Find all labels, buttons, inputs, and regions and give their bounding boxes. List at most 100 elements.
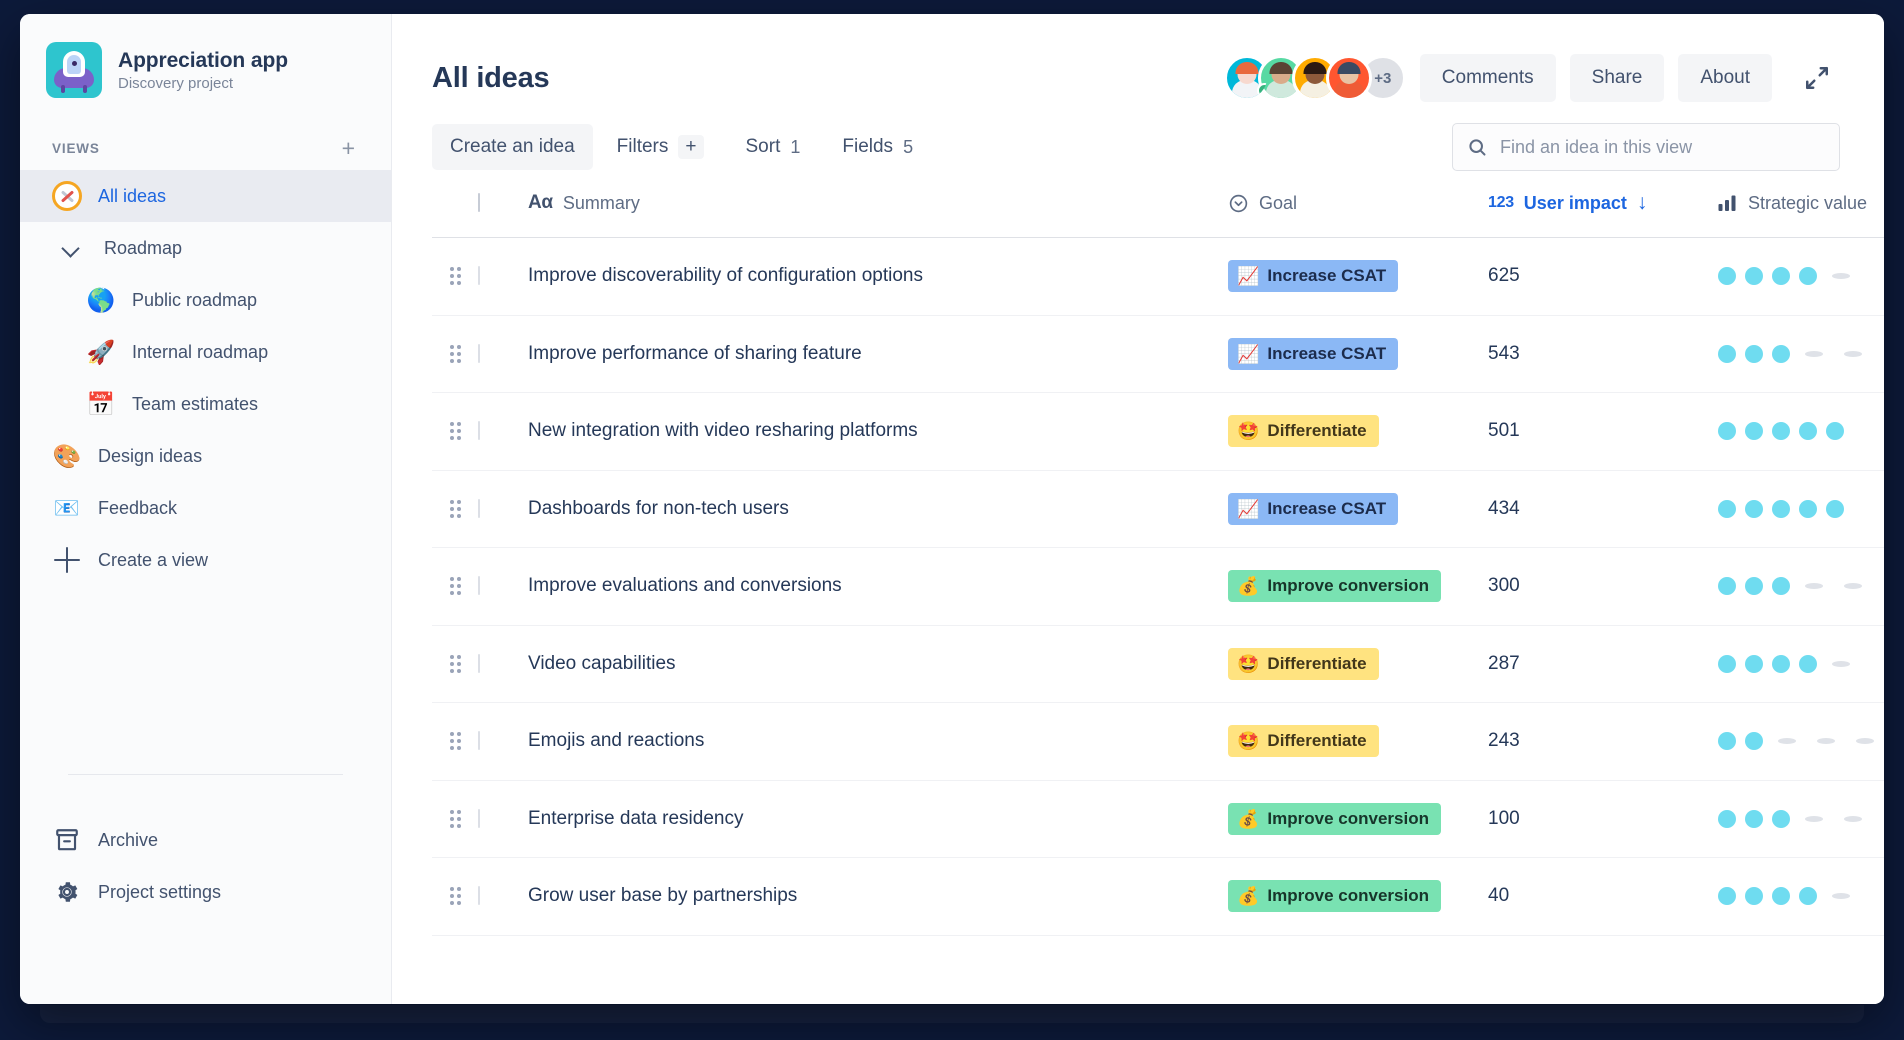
cell-user-impact[interactable]: 287 — [1488, 653, 1718, 675]
rating-dot-filled[interactable] — [1745, 655, 1763, 673]
rating-dot-filled[interactable] — [1772, 345, 1790, 363]
cell-strategic-value[interactable] — [1718, 655, 1884, 673]
search-box[interactable] — [1452, 123, 1840, 171]
row-checkbox[interactable] — [478, 421, 480, 440]
rating-dot-filled[interactable] — [1718, 732, 1736, 750]
cell-user-impact[interactable]: 300 — [1488, 575, 1718, 597]
sidebar-item-all-ideas[interactable]: All ideas — [20, 170, 391, 222]
cell-summary[interactable]: Emojis and reactions — [528, 730, 1228, 752]
rating-dot-filled[interactable] — [1745, 732, 1763, 750]
cell-strategic-value[interactable] — [1718, 267, 1884, 285]
rating-dot-filled[interactable] — [1718, 500, 1736, 518]
drag-handle-icon[interactable] — [432, 887, 478, 905]
rating-dot-empty[interactable] — [1805, 583, 1823, 589]
row-checkbox[interactable] — [478, 266, 480, 285]
sidebar-item-roadmap[interactable]: Roadmap — [20, 222, 391, 274]
column-header-goal[interactable]: Goal — [1228, 193, 1488, 214]
rating-dot-filled[interactable] — [1718, 345, 1736, 363]
drag-handle-icon[interactable] — [432, 345, 478, 363]
rating-dot-filled[interactable] — [1772, 577, 1790, 595]
column-header-user-impact[interactable]: 123 User impact ↓ — [1488, 191, 1718, 215]
rating-dot-filled[interactable] — [1745, 345, 1763, 363]
cell-goal[interactable]: 💰Improve conversion — [1228, 880, 1488, 912]
add-view-icon[interactable]: + — [338, 137, 359, 160]
rating-dot-filled[interactable] — [1745, 422, 1763, 440]
select-all-checkbox[interactable] — [478, 193, 480, 212]
rating-dot-filled[interactable] — [1799, 887, 1817, 905]
filters-add-chip[interactable]: + — [678, 135, 703, 159]
sidebar-item-feedback[interactable]: 📧 Feedback — [20, 482, 391, 534]
rating-dot-filled[interactable] — [1772, 810, 1790, 828]
rating-dot-filled[interactable] — [1718, 887, 1736, 905]
drag-handle-icon[interactable] — [432, 732, 478, 750]
cell-summary[interactable]: Dashboards for non-tech users — [528, 498, 1228, 520]
rating-dot-filled[interactable] — [1718, 810, 1736, 828]
cell-user-impact[interactable]: 40 — [1488, 885, 1718, 907]
cell-goal[interactable]: 📈Increase CSAT — [1228, 260, 1488, 292]
share-button[interactable]: Share — [1570, 54, 1665, 102]
drag-handle-icon[interactable] — [432, 577, 478, 595]
cell-strategic-value[interactable] — [1718, 810, 1884, 828]
row-checkbox[interactable] — [478, 654, 480, 673]
cell-summary[interactable]: Enterprise data residency — [528, 808, 1228, 830]
cell-strategic-value[interactable] — [1718, 577, 1884, 595]
rating-dot-empty[interactable] — [1805, 816, 1823, 822]
drag-handle-icon[interactable] — [432, 655, 478, 673]
search-input[interactable] — [1500, 137, 1825, 158]
row-checkbox[interactable] — [478, 731, 480, 750]
cell-strategic-value[interactable] — [1718, 500, 1884, 518]
cell-goal[interactable]: 🤩Differentiate — [1228, 415, 1488, 447]
sidebar-item-archive[interactable]: Archive — [20, 814, 391, 866]
sort-direction-icon[interactable]: ↓ — [1637, 191, 1648, 215]
cell-user-impact[interactable]: 625 — [1488, 265, 1718, 287]
rating-dot-filled[interactable] — [1745, 267, 1763, 285]
fields-button[interactable]: Fields 5 — [824, 124, 931, 170]
rating-dot-filled[interactable] — [1826, 500, 1844, 518]
avatar[interactable] — [1326, 55, 1372, 101]
rating-dot-filled[interactable] — [1772, 655, 1790, 673]
about-button[interactable]: About — [1678, 54, 1772, 102]
drag-handle-icon[interactable] — [432, 267, 478, 285]
rating-dot-filled[interactable] — [1718, 422, 1736, 440]
cell-summary[interactable]: New integration with video resharing pla… — [528, 420, 1228, 442]
rating-dot-filled[interactable] — [1718, 655, 1736, 673]
rating-dot-filled[interactable] — [1745, 577, 1763, 595]
table-row[interactable]: Enterprise data residency💰Improve conver… — [432, 781, 1884, 859]
rating-dot-empty[interactable] — [1817, 738, 1835, 744]
sort-button[interactable]: Sort 1 — [728, 124, 819, 170]
row-checkbox[interactable] — [478, 499, 480, 518]
table-row[interactable]: Grow user base by partnerships💰Improve c… — [432, 858, 1884, 936]
rating-dot-empty[interactable] — [1856, 738, 1874, 744]
comments-button[interactable]: Comments — [1420, 54, 1556, 102]
cell-summary[interactable]: Video capabilities — [528, 653, 1228, 675]
rating-dot-filled[interactable] — [1772, 267, 1790, 285]
sidebar-item-project-settings[interactable]: Project settings — [20, 866, 391, 918]
cell-strategic-value[interactable] — [1718, 732, 1884, 750]
row-checkbox[interactable] — [478, 576, 480, 595]
column-header-summary[interactable]: Aα Summary — [528, 192, 1228, 214]
rating-dot-filled[interactable] — [1799, 500, 1817, 518]
cell-strategic-value[interactable] — [1718, 887, 1884, 905]
table-row[interactable]: Dashboards for non-tech users📈Increase C… — [432, 471, 1884, 549]
cell-user-impact[interactable]: 243 — [1488, 730, 1718, 752]
cell-user-impact[interactable]: 501 — [1488, 420, 1718, 442]
sidebar-item-design-ideas[interactable]: 🎨 Design ideas — [20, 430, 391, 482]
cell-summary[interactable]: Improve discoverability of configuration… — [528, 265, 1228, 287]
drag-handle-icon[interactable] — [432, 810, 478, 828]
rating-dot-filled[interactable] — [1718, 577, 1736, 595]
table-row[interactable]: New integration with video resharing pla… — [432, 393, 1884, 471]
rating-dot-filled[interactable] — [1826, 422, 1844, 440]
cell-goal[interactable]: 📈Increase CSAT — [1228, 493, 1488, 525]
drag-handle-icon[interactable] — [432, 422, 478, 440]
rating-dot-empty[interactable] — [1844, 351, 1862, 357]
sidebar-item-create-a-view[interactable]: Create a view — [20, 534, 391, 586]
rating-dot-filled[interactable] — [1799, 655, 1817, 673]
rating-dot-empty[interactable] — [1844, 816, 1862, 822]
cell-strategic-value[interactable] — [1718, 422, 1884, 440]
row-checkbox[interactable] — [478, 809, 480, 828]
sidebar-item-internal-roadmap[interactable]: 🚀 Internal roadmap — [20, 326, 391, 378]
cell-user-impact[interactable]: 434 — [1488, 498, 1718, 520]
cell-goal[interactable]: 📈Increase CSAT — [1228, 338, 1488, 370]
rating-dot-filled[interactable] — [1745, 500, 1763, 518]
rating-dot-filled[interactable] — [1772, 887, 1790, 905]
